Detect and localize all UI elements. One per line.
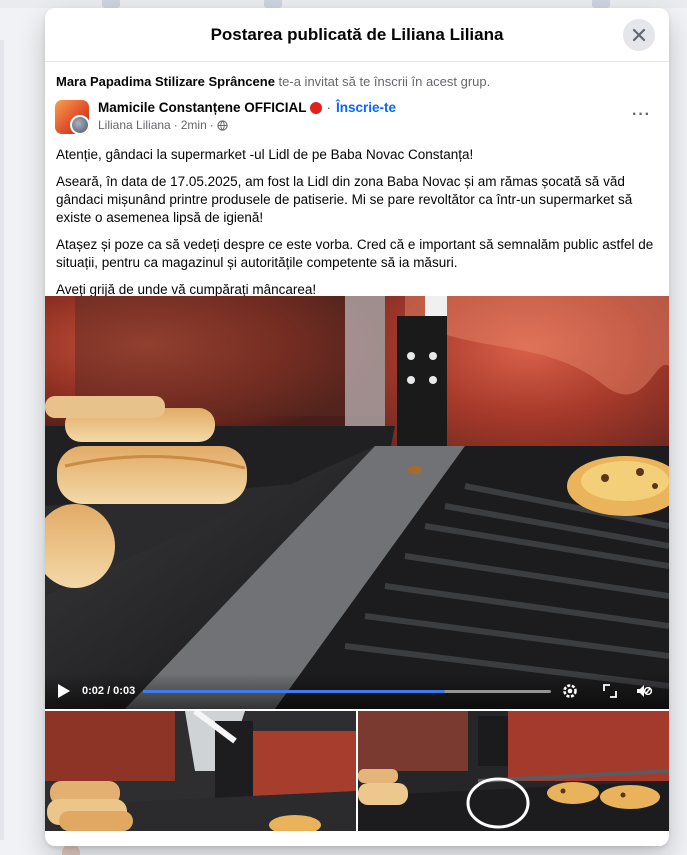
play-icon[interactable]	[57, 683, 71, 699]
video-controls: 0:02 / 0:03	[45, 673, 669, 709]
photo-thumbnails	[45, 711, 669, 831]
post-video[interactable]: 0:02 / 0:03	[45, 296, 669, 709]
photo-image	[358, 711, 669, 831]
more-options-button[interactable]: ···	[632, 106, 651, 124]
background-nav-icon	[264, 0, 282, 8]
separator-dot: ·	[209, 118, 214, 132]
background-nav-icon	[102, 0, 120, 8]
modal-header: Postarea publicată de Liliana Liliana	[45, 8, 669, 62]
post-header: Mamicile Constanțene OFFICIAL · Înscrie-…	[45, 94, 669, 136]
background-left-column	[0, 40, 4, 840]
close-icon	[632, 28, 646, 42]
settings-icon[interactable]	[561, 682, 579, 700]
photo-thumbnail[interactable]	[358, 711, 669, 831]
post-text: Atenție, gândaci la supermarket -ul Lidl…	[45, 146, 669, 299]
author-name[interactable]: Liliana Liliana	[98, 118, 171, 132]
join-group-link[interactable]: Înscrie-te	[336, 100, 396, 115]
separator-dot: ·	[326, 100, 332, 115]
author-avatar[interactable]	[70, 115, 89, 134]
background-nav-icon	[592, 0, 610, 8]
invite-text: te-a invitat să te înscrii în acest grup…	[274, 74, 491, 89]
globe-icon	[217, 119, 228, 131]
group-avatar[interactable]	[55, 100, 89, 134]
post-paragraph: Atenție, gândaci la supermarket -ul Lidl…	[56, 147, 474, 162]
post-paragraph: Aseară, în data de 17.05.2025, am fost l…	[56, 174, 633, 225]
background-page-strip	[0, 0, 687, 8]
mute-icon[interactable]	[635, 682, 653, 700]
group-invite-notice: Mara Papadima Stilizare Sprâncene te-a i…	[45, 62, 669, 94]
close-button[interactable]	[623, 19, 655, 51]
post-paragraph: Atașez și poze ca să vedeți despre ce es…	[56, 237, 654, 270]
post-time[interactable]: 2min	[181, 118, 207, 132]
photo-thumbnail[interactable]	[45, 711, 356, 831]
video-frame-image	[45, 296, 669, 709]
post-meta: Mamicile Constanțene OFFICIAL · Înscrie-…	[98, 100, 396, 136]
video-time: 0:02 / 0:03	[82, 685, 136, 697]
video-progress-fill	[143, 690, 445, 693]
separator-dot: ·	[173, 118, 178, 132]
post-modal: Postarea publicată de Liliana Liliana Ma…	[45, 8, 669, 846]
red-circle-emoji	[309, 101, 322, 114]
modal-title: Postarea publicată de Liliana Liliana	[210, 24, 504, 44]
inviter-name[interactable]: Mara Papadima Stilizare Sprâncene	[56, 74, 275, 89]
video-progress-bar[interactable]	[143, 690, 551, 693]
group-name[interactable]: Mamicile Constanțene OFFICIAL	[98, 100, 307, 115]
fullscreen-icon[interactable]	[601, 682, 619, 700]
photo-image	[45, 711, 356, 831]
